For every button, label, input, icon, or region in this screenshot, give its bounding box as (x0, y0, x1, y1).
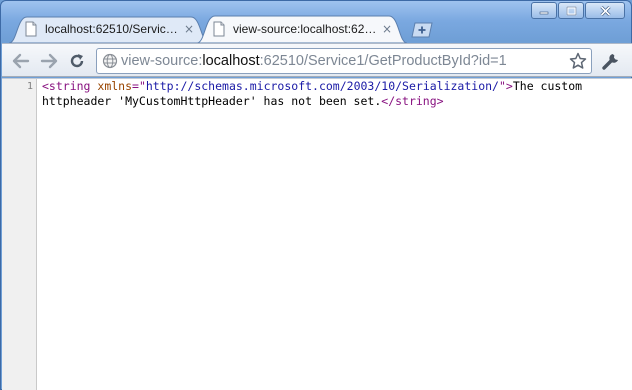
line-number: 1 (26, 81, 33, 92)
xml-attr-value: http://schemas.microsoft.com/2003/10/Ser… (145, 79, 499, 93)
globe-icon (102, 53, 118, 69)
tab-title: localhost:62510/Service1/… (45, 22, 181, 36)
tab-strip: localhost:62510/Service1/… × view-source… (9, 15, 469, 43)
close-button[interactable] (585, 2, 625, 19)
source-code[interactable]: <string xmlns="http://schemas.microsoft.… (42, 79, 622, 109)
url-text: view-source:localhost:62510/Service1/Get… (121, 53, 507, 69)
forward-arrow-icon (40, 53, 58, 69)
back-arrow-icon (12, 53, 30, 69)
maximize-button[interactable] (558, 2, 584, 19)
forward-button[interactable] (38, 51, 60, 71)
minimize-button[interactable] (531, 2, 557, 19)
url-prefix: view-source: (121, 53, 203, 69)
tab-title: view-source:localhost:625… (233, 22, 379, 36)
page-content: 1 <string xmlns="http://schemas.microsof… (2, 78, 632, 390)
tab-view-source[interactable]: view-source:localhost:625… × (197, 15, 407, 43)
xml-attr-eq: =" (132, 79, 146, 93)
page-favicon-icon (213, 21, 225, 37)
window-controls (531, 2, 625, 19)
xml-attr-close: "> (498, 79, 513, 93)
line-number-gutter: 1 (2, 79, 37, 390)
toolbar: view-source:localhost:62510/Service1/Get… (2, 43, 632, 77)
tab-close-icon[interactable]: × (183, 23, 195, 35)
reload-button[interactable] (66, 51, 88, 71)
page-favicon-icon (25, 21, 37, 37)
back-button[interactable] (10, 51, 32, 71)
maximize-icon (566, 6, 576, 15)
url-host: localhost (202, 53, 260, 69)
star-icon[interactable] (569, 52, 587, 70)
tab-close-icon[interactable]: × (381, 23, 393, 35)
browser-window: localhost:62510/Service1/… × view-source… (0, 0, 632, 390)
xml-tag-close: </string> (381, 94, 444, 108)
url-path: :62510/Service1/GetProductById?id=1 (259, 53, 507, 69)
xml-attr-name: xmlns (97, 79, 133, 93)
xml-tag-open: <string (42, 79, 98, 93)
reload-icon (70, 54, 84, 68)
wrench-icon[interactable] (600, 51, 622, 71)
tab-localhost-service[interactable]: localhost:62510/Service1/… × (9, 15, 209, 43)
new-tab-button[interactable] (411, 22, 433, 38)
minimize-icon (539, 11, 549, 14)
close-x-icon (599, 5, 611, 16)
address-bar[interactable]: view-source:localhost:62510/Service1/Get… (96, 48, 592, 74)
